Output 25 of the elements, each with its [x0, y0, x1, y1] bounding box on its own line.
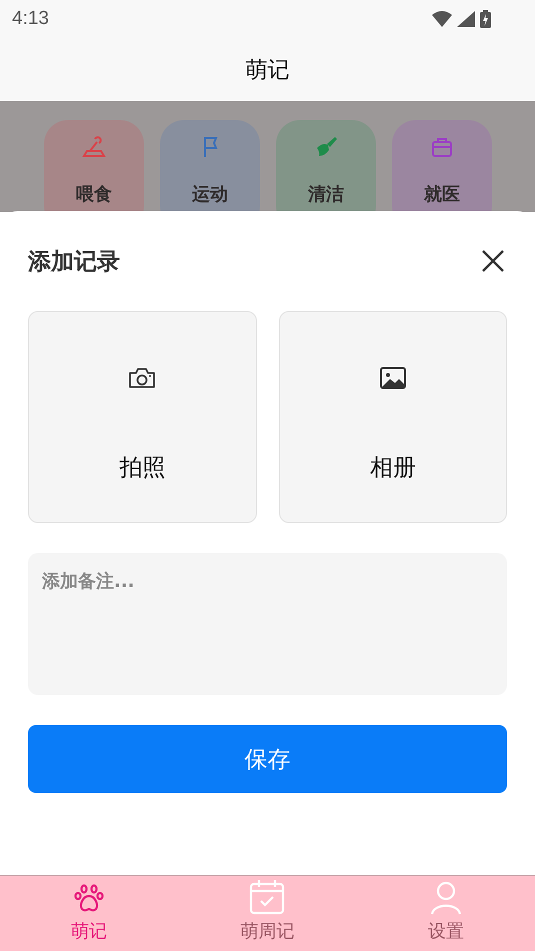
category-label: 就医 [424, 183, 460, 206]
note-field[interactable]: 添加备注... [28, 553, 507, 695]
category-tile[interactable]: 运动 [160, 120, 260, 212]
category-label: 喂食 [76, 183, 112, 206]
signal-icon [457, 11, 475, 27]
sheet-title: 添加记录 [28, 248, 120, 276]
camera-icon [128, 366, 156, 390]
tab-item[interactable]: 萌记 [0, 876, 178, 951]
category-label: 清洁 [308, 183, 344, 206]
tab-item[interactable]: 萌周记 [178, 876, 357, 951]
save-button[interactable]: 保存 [28, 725, 507, 793]
header-title: 萌记 [246, 56, 290, 84]
camera-option[interactable]: 拍照 [28, 311, 256, 523]
status-time: 4:13 [12, 8, 49, 30]
wifi-icon [432, 11, 452, 27]
category-tile[interactable]: 喂食 [44, 120, 144, 212]
gallery-option[interactable]: 相册 [278, 311, 507, 523]
image-icon [378, 366, 407, 390]
category-tile[interactable]: 就医 [392, 120, 492, 212]
tab-item[interactable]: 设置 [356, 876, 535, 951]
calendar-icon [249, 879, 286, 915]
category-tile[interactable]: 清洁 [276, 120, 376, 212]
category-label: 运动 [192, 183, 228, 206]
person-icon [430, 881, 462, 915]
battery-icon [480, 10, 491, 28]
